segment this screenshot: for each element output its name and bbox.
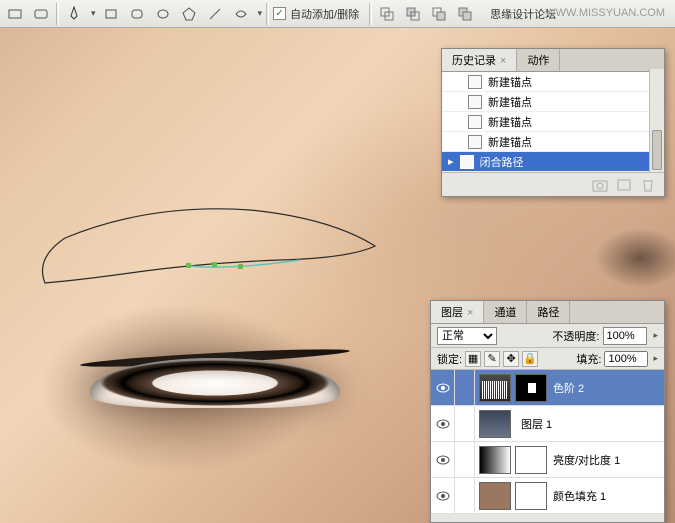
rounded-shape-icon[interactable] bbox=[126, 3, 148, 25]
lock-fill-row: 锁定: ▦ ✎ ✥ 🔒 填充: ▸ bbox=[431, 348, 664, 370]
options-toolbar: ▾ ▾ ✓ 自动添加/删除 思缘设计论坛 WWW.MISSYUAN.COM bbox=[0, 0, 675, 28]
layer-mask-icon bbox=[515, 374, 547, 402]
history-footer bbox=[442, 172, 664, 196]
scrollbar[interactable] bbox=[649, 69, 664, 172]
layer-item[interactable]: 颜色填充 1 bbox=[431, 478, 664, 514]
tab-paths[interactable]: 路径 bbox=[527, 301, 570, 323]
history-item[interactable]: 新建锚点 bbox=[442, 132, 664, 152]
line-shape-icon[interactable] bbox=[204, 3, 226, 25]
history-item[interactable]: 新建锚点 bbox=[442, 112, 664, 132]
layer-name: 亮度/对比度 1 bbox=[553, 452, 664, 468]
dropdown-arrow-icon[interactable]: ▾ bbox=[258, 8, 263, 19]
chevron-right-icon[interactable]: ▸ bbox=[653, 353, 658, 364]
visibility-toggle[interactable] bbox=[431, 478, 455, 514]
history-list: 新建锚点 新建锚点 新建锚点 新建锚点 ▸闭合路径 bbox=[442, 72, 664, 172]
dropdown-arrow-icon[interactable]: ▾ bbox=[91, 8, 96, 19]
anchor-icon bbox=[468, 95, 482, 109]
rect-shape-icon[interactable] bbox=[100, 3, 122, 25]
opacity-label: 不透明度: bbox=[552, 328, 599, 344]
layer-item[interactable]: 亮度/对比度 1 bbox=[431, 442, 664, 478]
trash-icon[interactable] bbox=[640, 178, 656, 192]
history-tabs: 历史记录× 动作 bbox=[442, 49, 664, 72]
fill-label: 填充: bbox=[576, 351, 601, 367]
eyebrow-path bbox=[30, 188, 390, 308]
link-col[interactable] bbox=[455, 370, 475, 406]
auto-add-delete-checkbox[interactable]: ✓ bbox=[273, 7, 286, 20]
anchor-icon bbox=[468, 115, 482, 129]
visibility-toggle[interactable] bbox=[431, 370, 455, 406]
lock-all-icon[interactable]: 🔒 bbox=[522, 351, 538, 367]
brightness-thumb-icon bbox=[479, 446, 511, 474]
close-icon[interactable]: × bbox=[500, 55, 506, 67]
ellipse-shape-icon[interactable] bbox=[152, 3, 174, 25]
levels-thumb-icon bbox=[479, 374, 511, 402]
lock-move-icon[interactable]: ✥ bbox=[503, 351, 519, 367]
blend-opacity-row: 正常 不透明度: ▸ bbox=[431, 324, 664, 348]
layer-name: 颜色填充 1 bbox=[553, 488, 664, 504]
rectangle-tool-icon[interactable] bbox=[4, 3, 26, 25]
opacity-input[interactable] bbox=[603, 327, 647, 345]
path-intersect-icon[interactable] bbox=[428, 3, 450, 25]
play-icon: ▸ bbox=[448, 155, 454, 168]
separator bbox=[266, 3, 269, 25]
layer-mask-icon bbox=[515, 446, 547, 474]
eye-icon bbox=[436, 455, 450, 465]
history-item[interactable]: 新建锚点 bbox=[442, 92, 664, 112]
lock-label: 锁定: bbox=[437, 351, 462, 367]
layer-mask-icon bbox=[515, 482, 547, 510]
link-col[interactable] bbox=[455, 406, 475, 442]
layer-item-selected[interactable]: 色阶 2 bbox=[431, 370, 664, 406]
history-item[interactable]: 新建锚点 bbox=[442, 72, 664, 92]
rounded-rect-tool-icon[interactable] bbox=[30, 3, 52, 25]
layer-item[interactable]: 图层 1 bbox=[431, 406, 664, 442]
anchor-icon bbox=[468, 135, 482, 149]
layers-panel: 图层× 通道 路径 正常 不透明度: ▸ 锁定: ▦ ✎ ✥ 🔒 填充: ▸ 色… bbox=[430, 300, 665, 523]
eye-icon bbox=[436, 383, 450, 393]
auto-add-delete-label: 自动添加/删除 bbox=[290, 6, 359, 22]
separator bbox=[56, 3, 59, 25]
snapshot-icon[interactable] bbox=[592, 178, 608, 192]
path-exclude-icon[interactable] bbox=[454, 3, 476, 25]
link-col[interactable] bbox=[455, 442, 475, 478]
visibility-toggle[interactable] bbox=[431, 406, 455, 442]
tab-actions[interactable]: 动作 bbox=[517, 49, 560, 71]
anchor-icon bbox=[468, 75, 482, 89]
tab-history[interactable]: 历史记录× bbox=[442, 49, 517, 71]
visibility-toggle[interactable] bbox=[431, 442, 455, 478]
close-icon[interactable]: × bbox=[467, 307, 473, 319]
blend-mode-select[interactable]: 正常 bbox=[437, 327, 497, 345]
history-item-selected[interactable]: ▸闭合路径 bbox=[442, 152, 664, 172]
path-combine-icon[interactable] bbox=[376, 3, 398, 25]
layer-list: 色阶 2 图层 1 亮度/对比度 1 颜色填充 1 bbox=[431, 370, 664, 514]
history-panel: 历史记录× 动作 新建锚点 新建锚点 新建锚点 新建锚点 ▸闭合路径 bbox=[441, 48, 665, 197]
layer-name: 图层 1 bbox=[521, 416, 664, 432]
custom-shape-icon[interactable] bbox=[230, 3, 252, 25]
fill-input[interactable] bbox=[604, 351, 648, 367]
lock-brush-icon[interactable]: ✎ bbox=[484, 351, 500, 367]
tab-channels[interactable]: 通道 bbox=[484, 301, 527, 323]
separator bbox=[369, 3, 372, 25]
lock-transparency-icon[interactable]: ▦ bbox=[465, 351, 481, 367]
path-subtract-icon[interactable] bbox=[402, 3, 424, 25]
layer-name: 色阶 2 bbox=[553, 380, 664, 396]
watermark-url: WWW.MISSYUAN.COM bbox=[545, 7, 665, 19]
path-icon bbox=[460, 155, 474, 169]
polygon-shape-icon[interactable] bbox=[178, 3, 200, 25]
colorfill-thumb-icon bbox=[479, 482, 511, 510]
eye-icon bbox=[436, 491, 450, 501]
eye-area bbox=[70, 328, 360, 468]
layers-tabs: 图层× 通道 路径 bbox=[431, 301, 664, 324]
chevron-right-icon[interactable]: ▸ bbox=[653, 330, 658, 341]
pen-tool-icon[interactable] bbox=[63, 3, 85, 25]
eye-icon bbox=[436, 419, 450, 429]
link-col[interactable] bbox=[455, 478, 475, 514]
layer-thumb-icon bbox=[479, 410, 511, 438]
new-state-icon[interactable] bbox=[616, 178, 632, 192]
tab-layers[interactable]: 图层× bbox=[431, 301, 484, 323]
